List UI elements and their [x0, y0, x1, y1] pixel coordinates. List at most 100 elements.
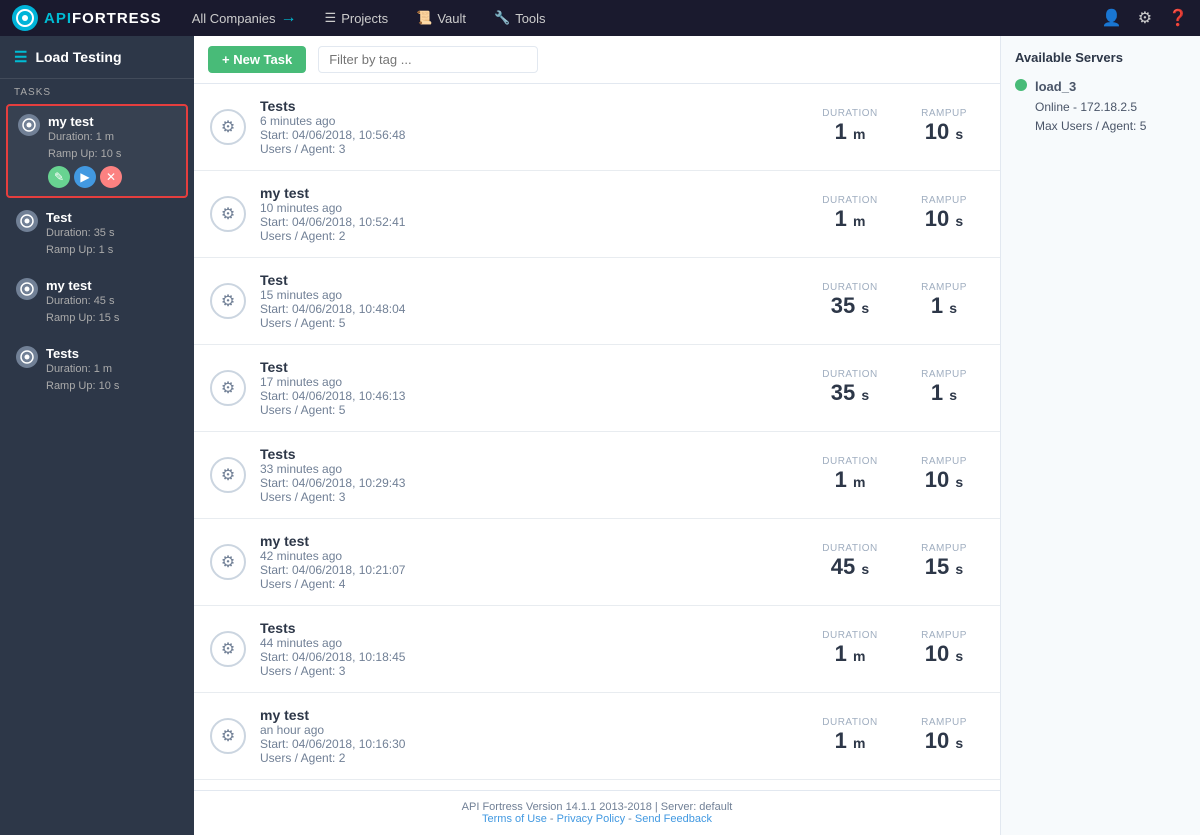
nav-arrow-icon: →: [281, 9, 297, 27]
terms-link[interactable]: Terms of Use: [482, 813, 547, 825]
sidebar-item-duration-2: Duration: 45 s: [46, 293, 178, 310]
task-details-1: my test 10 minutes ago Start: 04/06/2018…: [260, 185, 796, 243]
nav-right-icons: 👤 ⚙ ❓: [1102, 8, 1188, 28]
task-duration-2: DURATION 35 s: [810, 282, 890, 319]
help-icon[interactable]: ❓: [1168, 8, 1188, 28]
sidebar-item-mytest-2[interactable]: my test Duration: 45 s Ramp Up: 15 s: [6, 270, 188, 334]
task-name-5: my test: [260, 533, 796, 549]
logo: APIFORTRESS: [12, 5, 162, 31]
task-duration-0: DURATION 1 m: [810, 108, 890, 145]
nav-projects[interactable]: ☰ Projects: [315, 6, 399, 30]
task-start-0: Start: 04/06/2018, 10:56:48: [260, 128, 796, 142]
edit-button-0[interactable]: ✎: [48, 166, 70, 188]
task-start-5: Start: 04/06/2018, 10:21:07: [260, 563, 796, 577]
server-info-0: load_3 Online - 172.18.2.5 Max Users / A…: [1035, 77, 1146, 136]
task-users-7: Users / Agent: 2: [260, 751, 796, 765]
task-start-3: Start: 04/06/2018, 10:46:13: [260, 389, 796, 403]
tasks-section-label: TASKS: [0, 79, 194, 102]
table-row: ⚙ Tests 33 minutes ago Start: 04/06/2018…: [194, 432, 1000, 519]
sidebar-item-tests-3[interactable]: Tests Duration: 1 m Ramp Up: 10 s: [6, 338, 188, 402]
delete-button-0[interactable]: ✕: [100, 166, 122, 188]
task-users-4: Users / Agent: 3: [260, 490, 796, 504]
table-row: ⚙ my test an hour ago Start: 04/06/2018,…: [194, 693, 1000, 780]
play-button-0[interactable]: ▶: [74, 166, 96, 188]
task-duration-1: DURATION 1 m: [810, 195, 890, 232]
task-icon-3: ⚙: [210, 370, 246, 406]
task-icon-7: ⚙: [210, 718, 246, 754]
nav-vault[interactable]: 📜 Vault: [406, 6, 476, 30]
task-rampup-5: RAMPUP 15 s: [904, 543, 984, 580]
main-layout: ☰ Load Testing TASKS my test Duration: 1…: [0, 36, 1200, 835]
sidebar-item-info-2: my test Duration: 45 s Ramp Up: 15 s: [46, 278, 178, 326]
sidebar-item-duration-0: Duration: 1 m: [48, 129, 176, 146]
footer-version: API Fortress Version 14.1.1 2013-2018 | …: [204, 801, 990, 813]
sidebar-item-info-3: Tests Duration: 1 m Ramp Up: 10 s: [46, 346, 178, 394]
table-row: ⚙ Tests 6 minutes ago Start: 04/06/2018,…: [194, 84, 1000, 171]
task-users-0: Users / Agent: 3: [260, 142, 796, 156]
sidebar-item-info-1: Test Duration: 35 s Ramp Up: 1 s: [46, 210, 178, 258]
task-time-2: 15 minutes ago: [260, 288, 796, 302]
gear-icon[interactable]: ⚙: [1138, 8, 1152, 28]
task-icon-4: ⚙: [210, 457, 246, 493]
task-name-4: Tests: [260, 446, 796, 462]
task-details-3: Test 17 minutes ago Start: 04/06/2018, 1…: [260, 359, 796, 417]
task-rampup-0: RAMPUP 10 s: [904, 108, 984, 145]
sidebar-item-rampup-1: Ramp Up: 1 s: [46, 242, 178, 259]
nav-tools[interactable]: 🔧 Tools: [484, 6, 556, 30]
avatar-2: [16, 278, 38, 300]
task-time-5: 42 minutes ago: [260, 549, 796, 563]
task-icon-1: ⚙: [210, 196, 246, 232]
task-rampup-4: RAMPUP 10 s: [904, 456, 984, 493]
task-time-1: 10 minutes ago: [260, 201, 796, 215]
task-name-7: my test: [260, 707, 796, 723]
sidebar: ☰ Load Testing TASKS my test Duration: 1…: [0, 36, 194, 835]
table-row: ⚙ my test 10 minutes ago Start: 04/06/20…: [194, 171, 1000, 258]
task-rampup-7: RAMPUP 10 s: [904, 717, 984, 754]
sidebar-item-name-3: Tests: [46, 346, 178, 361]
task-time-3: 17 minutes ago: [260, 375, 796, 389]
avatar-3: [16, 346, 38, 368]
task-users-3: Users / Agent: 5: [260, 403, 796, 417]
sidebar-item-name-2: my test: [46, 278, 178, 293]
feedback-link[interactable]: Send Feedback: [635, 813, 712, 825]
filter-input[interactable]: [318, 46, 538, 73]
task-duration-5: DURATION 45 s: [810, 543, 890, 580]
sidebar-item-duration-1: Duration: 35 s: [46, 225, 178, 242]
user-icon[interactable]: 👤: [1102, 8, 1122, 28]
task-time-0: 6 minutes ago: [260, 114, 796, 128]
task-name-2: Test: [260, 272, 796, 288]
top-navigation: APIFORTRESS All Companies → ☰ Projects 📜…: [0, 0, 1200, 36]
task-icon-5: ⚙: [210, 544, 246, 580]
task-duration-3: DURATION 35 s: [810, 369, 890, 406]
projects-icon: ☰: [325, 10, 337, 26]
sidebar-item-test-1[interactable]: Test Duration: 35 s Ramp Up: 1 s: [6, 202, 188, 266]
task-start-4: Start: 04/06/2018, 10:29:43: [260, 476, 796, 490]
sidebar-title: Load Testing: [35, 49, 121, 65]
sidebar-item-rampup-0: Ramp Up: 10 s: [48, 146, 176, 163]
task-rampup-3: RAMPUP 1 s: [904, 369, 984, 406]
sidebar-header: ☰ Load Testing: [0, 36, 194, 79]
logo-text: APIFORTRESS: [44, 10, 162, 27]
task-details-5: my test 42 minutes ago Start: 04/06/2018…: [260, 533, 796, 591]
task-details-2: Test 15 minutes ago Start: 04/06/2018, 1…: [260, 272, 796, 330]
task-details-7: my test an hour ago Start: 04/06/2018, 1…: [260, 707, 796, 765]
task-icon-0: ⚙: [210, 109, 246, 145]
sidebar-item-mytest-active[interactable]: my test Duration: 1 m Ramp Up: 10 s ✎ ▶ …: [6, 104, 188, 198]
task-users-6: Users / Agent: 3: [260, 664, 796, 678]
task-users-2: Users / Agent: 5: [260, 316, 796, 330]
avatar-mytest-active: [18, 114, 40, 136]
sidebar-item-rampup-3: Ramp Up: 10 s: [46, 378, 178, 395]
task-list: ⚙ Tests 6 minutes ago Start: 04/06/2018,…: [194, 84, 1000, 835]
main-toolbar: + New Task: [194, 36, 1000, 84]
server-maxusers-0: Max Users / Agent: 5: [1035, 117, 1146, 136]
sidebar-item-actions-0: ✎ ▶ ✕: [48, 166, 176, 188]
nav-all-companies[interactable]: All Companies →: [182, 5, 307, 31]
right-panel: Available Servers load_3 Online - 172.18…: [1000, 36, 1200, 835]
footer-links: Terms of Use - Privacy Policy - Send Fee…: [204, 813, 990, 825]
new-task-button[interactable]: + New Task: [208, 46, 306, 73]
task-start-7: Start: 04/06/2018, 10:16:30: [260, 737, 796, 751]
privacy-link[interactable]: Privacy Policy: [557, 813, 625, 825]
task-time-4: 33 minutes ago: [260, 462, 796, 476]
sidebar-item-duration-3: Duration: 1 m: [46, 361, 178, 378]
task-rampup-2: RAMPUP 1 s: [904, 282, 984, 319]
